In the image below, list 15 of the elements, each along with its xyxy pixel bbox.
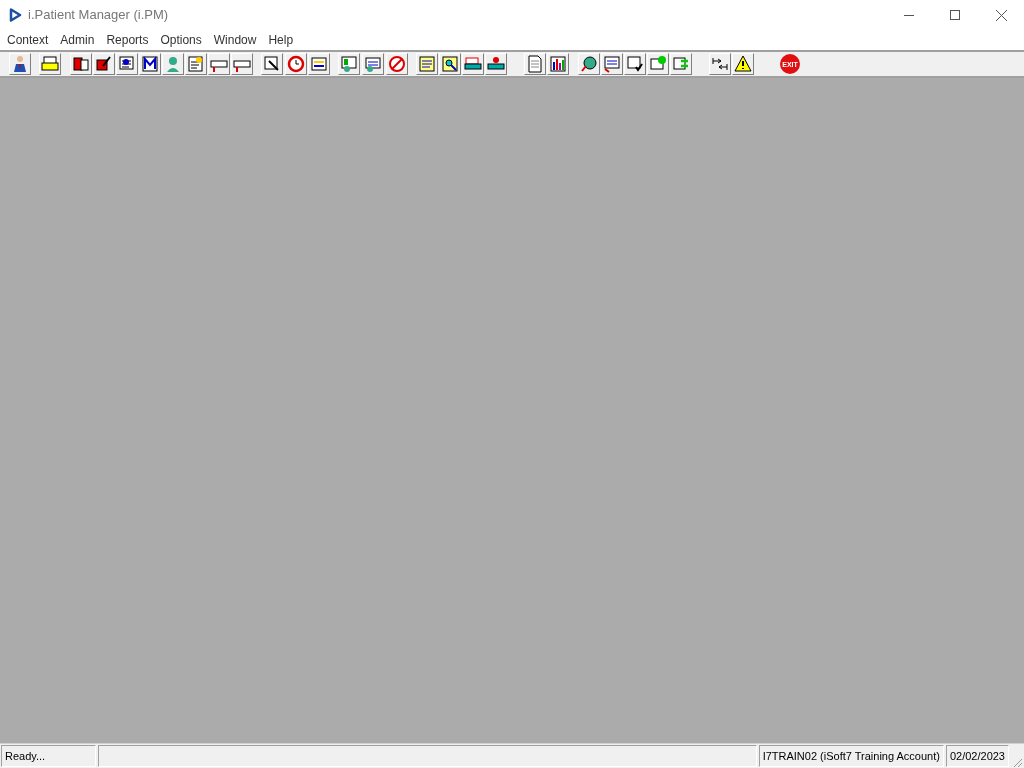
window-title: i.Patient Manager (i.PM) [28,6,169,25]
menu-item[interactable]: Reports [100,31,155,49]
status-panel: 02/02/2023 [945,745,1009,767]
resize-grip-icon [1011,756,1023,768]
status-panel: Ready... [1,745,96,767]
menu-item[interactable]: Window [207,31,263,49]
minimize-icon [904,14,914,16]
menu-item[interactable]: Options [154,31,208,49]
close-icon [995,9,1007,21]
maximize-icon [950,10,960,20]
menu-item[interactable]: Help [262,31,300,49]
app-logo-icon [9,8,22,22]
menu-item[interactable]: Admin [54,31,101,49]
menu-item[interactable]: Context [1,31,55,49]
status-panel: I7TRAIN02 (iSoft7 Training Account) [758,745,944,767]
